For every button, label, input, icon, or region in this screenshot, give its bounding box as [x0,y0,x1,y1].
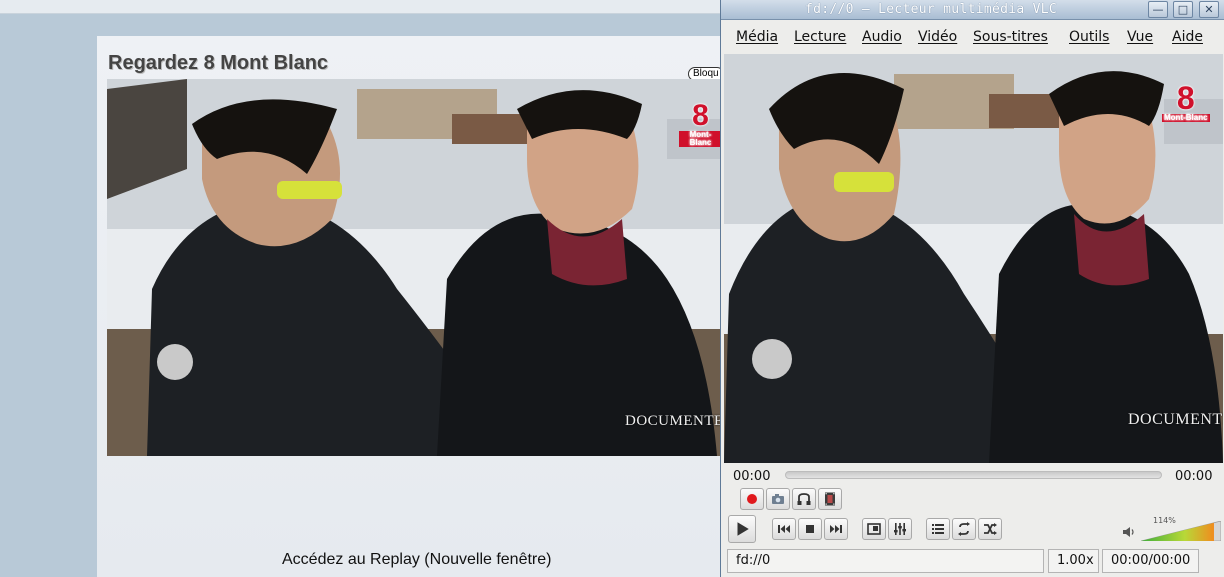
speaker-icon [1123,527,1134,537]
loop-icon [958,522,970,536]
frame-step-icon [825,492,835,506]
channel-logo: 8 Mont-Blanc [679,101,722,147]
web-video-frame: 8 Mont-Blanc DOCUMENTERRE [107,79,722,456]
next-button[interactable] [824,518,848,540]
next-icon [830,525,842,533]
play-button[interactable] [728,515,756,543]
menu-help[interactable]: Aide [1172,29,1203,45]
menu-subtitles[interactable]: Sous-titres [973,29,1048,45]
snapshot-button[interactable] [766,488,790,510]
loop-ab-icon [797,493,811,505]
stop-button[interactable] [798,518,822,540]
status-source: fd://0 [727,549,1044,573]
loop-button[interactable] [952,518,976,540]
close-button[interactable]: ✕ [1199,1,1219,18]
status-time[interactable]: 00:00/00:00 [1102,549,1199,573]
record-icon [747,494,757,504]
time-elapsed: 00:00 [733,469,771,484]
vlc-video-area[interactable]: 8 Mont-Blanc DOCUMENTERRE [724,54,1223,463]
loop-ab-button[interactable] [792,488,816,510]
menu-media[interactable]: Média [736,29,778,45]
fullscreen-icon [867,523,881,535]
status-bar: fd://0 1.00x 00:00/00:00 [721,547,1224,575]
menu-lecture[interactable]: Lecture [794,29,846,45]
frame-step-button[interactable] [818,488,842,510]
page-title: Regardez 8 Mont Blanc [108,52,329,74]
fullscreen-button[interactable] [862,518,886,540]
minimize-icon: — [1152,3,1164,16]
extended-settings-icon [894,523,906,535]
shuffle-icon [984,523,997,535]
vlc-titlebar[interactable]: fd://0 – Lecteur multimédia VLC — □ ✕ [721,0,1224,20]
menu-tools[interactable]: Outils [1069,29,1109,45]
previous-icon [778,525,790,533]
previous-button[interactable] [772,518,796,540]
close-icon: ✕ [1204,3,1214,16]
snapshot-icon [772,494,784,504]
extended-settings-button[interactable] [888,518,912,540]
menu-view[interactable]: Vue [1127,29,1153,45]
browser-top-strip [0,0,722,14]
play-icon [737,522,749,536]
playlist-button[interactable] [926,518,950,540]
stop-icon [806,525,814,533]
maximize-button[interactable]: □ [1173,1,1193,18]
watermark-text: DOCUMENTERRE [1128,411,1223,428]
seek-slider[interactable] [785,471,1162,479]
watermark-text: DOCUMENTERRE [625,413,722,429]
vlc-controls: 00:00 00:00 114% fd://0 1.00x 00:00/00:0… [721,463,1224,577]
volume-control[interactable]: 114% [1121,516,1221,542]
maximize-icon: □ [1177,3,1189,16]
status-speed[interactable]: 1.00x [1048,549,1099,573]
vlc-window: fd://0 – Lecteur multimédia VLC — □ ✕ Mé… [720,0,1224,577]
menu-video[interactable]: Vidéo [918,29,957,45]
playlist-icon [932,524,944,534]
time-total: 00:00 [1175,469,1213,484]
record-button[interactable] [740,488,764,510]
channel-logo: 8 Mont-Blanc [1162,80,1210,122]
window-title: fd://0 – Lecteur multimédia VLC [805,2,1057,17]
vlc-video-frame: 8 Mont-Blanc DOCUMENTERRE [724,54,1223,463]
shuffle-button[interactable] [978,518,1002,540]
volume-slider[interactable] [1141,521,1221,541]
menu-audio[interactable]: Audio [862,29,902,45]
web-video-player[interactable]: 8 Mont-Blanc DOCUMENTERRE [107,79,722,456]
minimize-button[interactable]: — [1148,1,1168,18]
menu-bar: Média Lecture Audio Vidéo Sous-titres Ou… [721,21,1224,53]
replay-link[interactable]: Accédez au Replay (Nouvelle fenêtre) [282,551,551,569]
video-scene-image [724,54,1223,463]
video-scene-image [107,79,722,456]
